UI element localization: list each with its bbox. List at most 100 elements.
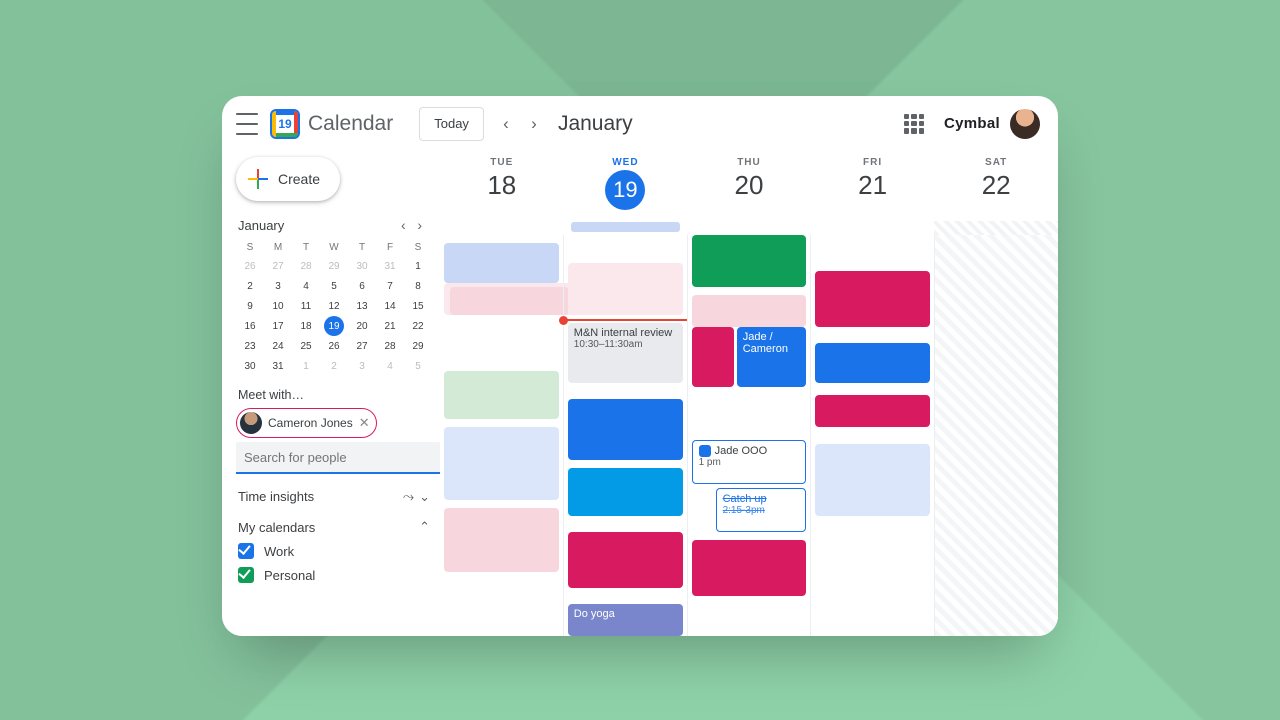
event-ooo[interactable]: Jade OOO1 pm [692, 440, 807, 484]
mini-day[interactable]: 26 [236, 256, 264, 276]
mini-day[interactable]: 2 [236, 276, 264, 296]
mini-day[interactable]: 4 [292, 276, 320, 296]
mini-day[interactable]: 22 [404, 316, 432, 336]
today-button[interactable]: Today [419, 107, 484, 141]
calendar-toggle[interactable]: Personal [238, 567, 432, 583]
time-insights-toggle[interactable]: Time insights ⤳⌄ [238, 488, 430, 505]
event[interactable] [692, 235, 807, 287]
next-period-button[interactable]: › [520, 110, 548, 138]
event-focus[interactable]: M&N internal review10:30–11:30am [568, 323, 683, 383]
event[interactable] [568, 263, 683, 315]
mini-day[interactable]: 5 [404, 356, 432, 376]
mini-day[interactable]: 20 [348, 316, 376, 336]
mini-day[interactable]: 1 [292, 356, 320, 376]
day-column[interactable] [934, 235, 1058, 636]
event[interactable] [815, 395, 930, 427]
mini-day[interactable]: 9 [236, 296, 264, 316]
event[interactable] [692, 540, 807, 596]
event[interactable] [444, 243, 559, 283]
search-people-input[interactable] [236, 442, 440, 474]
day-header[interactable]: SAT22 [934, 151, 1058, 221]
mini-day[interactable]: 10 [264, 296, 292, 316]
mini-day[interactable]: 25 [292, 336, 320, 356]
mini-day[interactable]: 12 [320, 296, 348, 316]
allday-event[interactable] [571, 222, 680, 232]
event[interactable] [568, 468, 683, 516]
my-calendars-label: My calendars [238, 520, 315, 535]
mini-day[interactable]: 15 [404, 296, 432, 316]
event-catchup[interactable]: Catch up2:15-3pm [716, 488, 807, 532]
event-time: 10:30–11:30am [574, 339, 677, 350]
apps-grid-icon[interactable] [904, 114, 924, 134]
mini-day[interactable]: 28 [292, 256, 320, 276]
chip-name: Cameron Jones [268, 416, 353, 430]
mini-day[interactable]: 18 [292, 316, 320, 336]
mini-day[interactable]: 3 [264, 276, 292, 296]
event[interactable] [444, 508, 559, 572]
mini-day[interactable]: 23 [236, 336, 264, 356]
event[interactable] [444, 371, 559, 419]
mini-day[interactable]: 19 [320, 316, 348, 336]
day-header[interactable]: WED19 [564, 151, 688, 221]
mini-day[interactable]: 21 [376, 316, 404, 336]
person-chip[interactable]: Cameron Jones ✕ [236, 408, 377, 438]
hamburger-menu-icon[interactable] [236, 110, 258, 138]
mini-day[interactable]: 14 [376, 296, 404, 316]
event[interactable] [444, 427, 559, 499]
create-button[interactable]: Create [236, 157, 340, 201]
mini-day[interactable]: 7 [376, 276, 404, 296]
chip-remove-icon[interactable]: ✕ [359, 415, 370, 431]
event[interactable] [815, 343, 930, 383]
mini-day[interactable]: 27 [348, 336, 376, 356]
my-calendars-toggle[interactable]: My calendars ⌃ [238, 519, 430, 535]
mini-day[interactable]: 8 [404, 276, 432, 296]
mini-day[interactable]: 29 [404, 336, 432, 356]
mini-day[interactable]: 6 [348, 276, 376, 296]
day-header[interactable]: FRI21 [811, 151, 935, 221]
mini-day[interactable]: 30 [348, 256, 376, 276]
mini-day[interactable]: 11 [292, 296, 320, 316]
day-of-week: TUE [490, 157, 513, 168]
mini-next-button[interactable]: › [413, 215, 426, 235]
event-grid[interactable]: M&N internal review10:30–11:30amDo yogaJ… [440, 235, 1058, 636]
mini-day[interactable]: 13 [348, 296, 376, 316]
mini-day[interactable]: 1 [404, 256, 432, 276]
mini-day[interactable]: 3 [348, 356, 376, 376]
event-yoga[interactable]: Do yoga [568, 604, 683, 636]
account-avatar[interactable] [1010, 109, 1040, 139]
event[interactable] [815, 444, 930, 516]
mini-day[interactable]: 24 [264, 336, 292, 356]
event-jade[interactable]: Jade / Cameron [737, 327, 807, 387]
day-column[interactable]: Jade / Cameron Jade OOO1 pmCatch up2:15-3… [687, 235, 811, 636]
event[interactable] [815, 271, 930, 327]
day-column[interactable] [440, 235, 563, 636]
event[interactable] [450, 287, 569, 315]
mini-day[interactable]: 2 [320, 356, 348, 376]
day-column[interactable]: M&N internal review10:30–11:30am Do yoga [563, 235, 687, 636]
mini-prev-button[interactable]: ‹ [397, 215, 410, 235]
mini-day[interactable]: 30 [236, 356, 264, 376]
mini-calendar[interactable]: SMTWTFS 26272829303112345678910111213141… [236, 239, 432, 376]
mini-day[interactable]: 17 [264, 316, 292, 336]
mini-day[interactable]: 28 [376, 336, 404, 356]
mini-day[interactable]: 31 [264, 356, 292, 376]
calendar-toggle[interactable]: Work [238, 543, 432, 559]
mini-day[interactable]: 31 [376, 256, 404, 276]
event[interactable] [692, 295, 807, 327]
mini-day[interactable]: 27 [264, 256, 292, 276]
day-column[interactable] [810, 235, 934, 636]
org-brand: Cymbal [944, 115, 1000, 132]
prev-period-button[interactable]: ‹ [492, 110, 520, 138]
day-header[interactable]: THU20 [687, 151, 811, 221]
day-of-week: THU [737, 157, 761, 168]
event[interactable] [568, 399, 683, 459]
mini-day[interactable]: 26 [320, 336, 348, 356]
day-number: 21 [858, 170, 887, 201]
mini-day[interactable]: 29 [320, 256, 348, 276]
mini-day[interactable]: 16 [236, 316, 264, 336]
mini-day[interactable]: 4 [376, 356, 404, 376]
event[interactable] [692, 327, 735, 387]
event[interactable] [568, 532, 683, 588]
day-header[interactable]: TUE18 [440, 151, 564, 221]
mini-day[interactable]: 5 [320, 276, 348, 296]
